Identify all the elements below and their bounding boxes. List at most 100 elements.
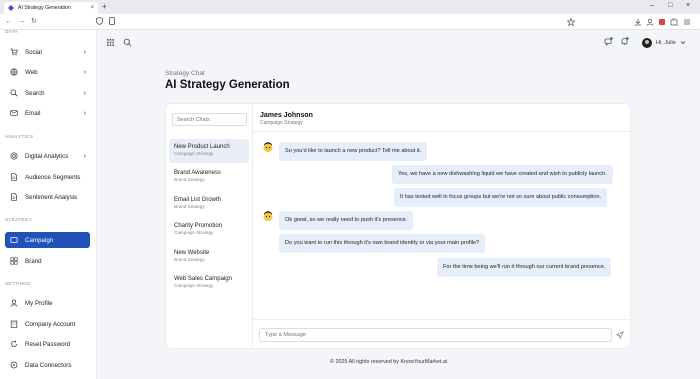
conversation-name: James Johnson xyxy=(260,112,313,119)
sidebar-item-label: Sentiment Analysis xyxy=(25,193,78,201)
globe-icon xyxy=(10,68,18,76)
chat-message-bot: Ok great, so we really need to push it's… xyxy=(279,211,414,230)
user-menu[interactable]: Hi, Julie xyxy=(642,38,686,48)
sidebar-item-label: Campaign xyxy=(25,236,54,244)
chat-message-user: Yes, we have a new dishwashing liquid we… xyxy=(392,165,613,184)
maximize-button[interactable]: □ xyxy=(668,1,672,11)
search-icon xyxy=(10,89,18,97)
apps-grid-icon[interactable] xyxy=(106,38,115,47)
sidebar-item-data-connectors[interactable]: Data Connectors xyxy=(5,357,90,373)
chat-list-item[interactable]: Web Sales Campaign Campaign Strategy xyxy=(169,271,249,295)
chat-item-subtitle: Campaign Strategy xyxy=(174,230,214,235)
new-tab-button[interactable]: + xyxy=(102,2,107,12)
back-button[interactable]: ← xyxy=(5,17,12,27)
chat-list-item[interactable]: New Product Launch Campaign Strategy xyxy=(169,139,249,163)
chat-list-item[interactable]: Charity Promotion Campaign Strategy xyxy=(169,218,249,242)
page-title: AI Strategy Generation xyxy=(165,79,290,91)
sidebar-item-sentiment-analysis[interactable]: Sentiment Analysis xyxy=(5,189,90,205)
reload-button[interactable]: ↻ xyxy=(31,17,37,27)
section-label-analytics: ANALYTICS xyxy=(5,135,34,140)
connector-icon xyxy=(10,361,18,369)
bot-avatar-icon xyxy=(262,141,274,153)
section-label-strategy: STRATEGY xyxy=(5,218,33,223)
browser-tab-title: AI Strategy Generation xyxy=(18,5,71,11)
messages-icon[interactable] xyxy=(604,37,613,46)
building-icon xyxy=(10,320,18,328)
sidebar-item-web[interactable]: Web › xyxy=(5,64,90,80)
extension-icon[interactable] xyxy=(658,18,666,26)
chat-panel: New Product Launch Campaign Strategy Bra… xyxy=(165,103,631,349)
extensions-puzzle-icon[interactable] xyxy=(670,18,678,26)
sidebar-item-my-profile[interactable]: My Profile xyxy=(5,295,90,311)
message-composer xyxy=(253,319,630,348)
send-icon[interactable] xyxy=(615,330,625,340)
sidebar-item-campaign[interactable]: Campaign xyxy=(5,232,90,248)
chat-list-item[interactable]: New Website Brand Strategy xyxy=(169,245,249,269)
sidebar-item-audience-segments[interactable]: Audience Segments xyxy=(5,169,90,185)
footer-copyright: © 2025 All rights reserved by KnowYourMa… xyxy=(330,359,448,365)
browser-tab-bar: AI Strategy Generation × + – □ × xyxy=(0,0,700,14)
forward-button[interactable]: → xyxy=(18,17,25,27)
minimize-button[interactable]: – xyxy=(650,1,654,11)
sidebar-item-search[interactable]: Search › xyxy=(5,85,90,101)
bell-icon[interactable] xyxy=(620,37,629,46)
user-greeting: Hi, Julie xyxy=(656,40,676,46)
shield-icon[interactable] xyxy=(96,17,103,27)
menu-icon[interactable] xyxy=(683,18,691,26)
sidebar-item-reset-password[interactable]: Reset Password xyxy=(5,336,90,352)
chevron-right-icon: › xyxy=(83,89,86,97)
sidebar-item-email[interactable]: Email › xyxy=(5,105,90,121)
conversation-subtitle: Campaign Strategy xyxy=(260,120,303,126)
account-icon[interactable] xyxy=(646,18,654,26)
tab-close-icon[interactable]: × xyxy=(90,5,94,11)
chat-message-bot: Do you want to run this through it's own… xyxy=(279,234,486,253)
chat-item-title: Email List Growth xyxy=(174,197,222,203)
chat-message-bot: So you'd like to launch a new product? T… xyxy=(279,142,428,161)
sidebar-item-brand[interactable]: Brand xyxy=(5,253,90,269)
target-icon xyxy=(10,152,18,160)
page-icon xyxy=(109,17,115,27)
chat-item-subtitle: Campaign Strategy xyxy=(174,151,214,156)
conversation-header: James Johnson Campaign Strategy xyxy=(253,104,630,132)
chat-list: New Product Launch Campaign Strategy Bra… xyxy=(166,104,253,348)
search-icon[interactable] xyxy=(123,38,132,47)
sidebar-item-label: Search xyxy=(25,89,45,97)
sidebar: DATA Social › Web › Search › Email › ANA… xyxy=(0,30,97,379)
chevron-right-icon: › xyxy=(83,109,86,117)
cart-icon xyxy=(10,48,18,56)
user-icon xyxy=(10,299,18,307)
sidebar-item-label: Social xyxy=(25,48,42,56)
sidebar-item-label: Web xyxy=(25,68,38,76)
address-bar[interactable] xyxy=(96,17,576,27)
sidebar-item-label: Email xyxy=(25,109,41,117)
sidebar-item-label: Reset Password xyxy=(25,340,71,348)
chat-item-title: New Website xyxy=(174,250,210,256)
chat-item-title: Charity Promotion xyxy=(174,223,223,229)
chat-item-subtitle: Campaign Strategy xyxy=(174,283,214,288)
close-window-button[interactable]: × xyxy=(686,1,690,11)
chat-item-subtitle: Brand Strategy xyxy=(174,204,205,209)
grid-icon xyxy=(10,257,18,265)
chat-list-item[interactable]: Brand Awareness Brand Strategy xyxy=(169,165,249,189)
sidebar-item-label: Company Account xyxy=(25,320,76,328)
browser-tab[interactable]: AI Strategy Generation × xyxy=(4,2,98,14)
search-chats-input[interactable] xyxy=(172,113,247,126)
chat-list-item[interactable]: Email List Growth Brand Strategy xyxy=(169,192,249,216)
chevron-down-icon xyxy=(680,40,686,47)
reset-icon xyxy=(10,340,18,348)
sidebar-item-company-account[interactable]: Company Account xyxy=(5,316,90,332)
chat-message-user: It has tested well in focus groups but w… xyxy=(394,188,608,207)
chat-message-user: For the time being we'll run it through … xyxy=(437,258,612,277)
sidebar-item-label: Brand xyxy=(25,257,42,265)
sidebar-item-digital-analytics[interactable]: Digital Analytics › xyxy=(5,148,90,164)
chat-item-subtitle: Brand Strategy xyxy=(174,177,205,182)
download-icon[interactable] xyxy=(634,18,642,26)
sidebar-item-label: Data Connectors xyxy=(25,361,72,369)
sidebar-item-label: Digital Analytics xyxy=(25,152,69,160)
chat-item-title: New Product Launch xyxy=(174,144,230,150)
app-logo-icon xyxy=(8,5,14,11)
chevron-right-icon: › xyxy=(83,68,86,76)
sidebar-item-social[interactable]: Social › xyxy=(5,44,90,60)
message-input[interactable] xyxy=(259,328,612,342)
bookmark-star-icon[interactable] xyxy=(567,18,575,26)
